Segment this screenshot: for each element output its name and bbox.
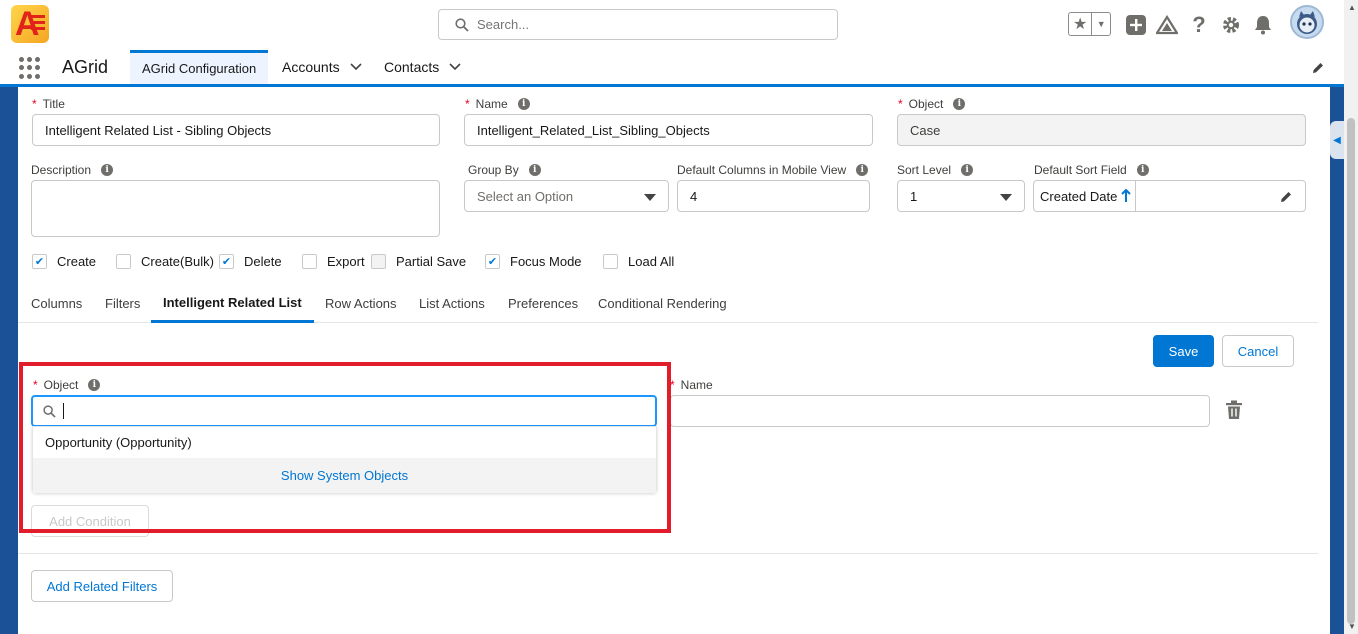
name-input[interactable]: Intelligent_Related_List_Sibling_Objects — [464, 114, 873, 146]
configuration-tabs: Columns Filters Intelligent Related List… — [18, 284, 1318, 323]
title-label: * Title — [32, 97, 65, 111]
add-icon[interactable] — [1124, 13, 1148, 37]
checkbox-label: Load All — [628, 254, 675, 269]
nav-tab-label: AGrid Configuration — [142, 61, 257, 76]
app-navigation-bar: AGrid AGrid Configuration Accounts Conta… — [0, 50, 1344, 87]
sort-level-label: Sort Level i — [897, 163, 974, 177]
page-scrollbar[interactable]: ▲ ▼ — [1344, 0, 1358, 634]
section-divider — [18, 553, 1318, 554]
edit-pencil-icon[interactable] — [1279, 190, 1293, 207]
checkbox-box[interactable] — [302, 254, 317, 269]
checkmark-icon[interactable]: ✔ — [32, 254, 47, 269]
default-sort-field-value: Created Date — [1040, 188, 1118, 204]
scroll-up-icon[interactable]: ▲ — [1348, 3, 1356, 12]
app-name: AGrid — [62, 57, 109, 77]
checkbox-delete[interactable]: ✔ Delete — [219, 254, 282, 269]
add-related-filters-button[interactable]: Add Related Filters — [31, 570, 173, 602]
agrid-logo[interactable]: A — [11, 5, 49, 43]
default-columns-mobile-label: Default Columns in Mobile View i — [677, 163, 869, 177]
sort-level-select[interactable]: 1 — [897, 180, 1025, 212]
tab-preferences[interactable]: Preferences — [508, 284, 578, 323]
checkbox-load-all[interactable]: Load All — [603, 254, 674, 269]
default-sort-field-input[interactable]: Created Date — [1033, 180, 1306, 212]
object-label: * Object i — [898, 97, 966, 111]
checkbox-label: Create — [57, 254, 97, 269]
checkbox-label: Delete — [244, 254, 282, 269]
description-textarea[interactable] — [31, 180, 440, 237]
checkbox-box — [371, 254, 386, 269]
chevron-down-icon[interactable] — [449, 60, 461, 74]
info-icon[interactable]: i — [101, 164, 114, 176]
checkmark-icon[interactable]: ✔ — [219, 254, 234, 269]
checkbox-partial-save: Partial Save — [371, 254, 466, 269]
info-icon[interactable]: i — [517, 98, 530, 110]
info-icon[interactable]: i — [856, 164, 869, 176]
nav-tab-label: Contacts — [384, 59, 440, 75]
related-name-input[interactable] — [670, 395, 1210, 427]
info-icon[interactable]: i — [953, 98, 966, 110]
dropdown-caret-icon — [1000, 194, 1012, 201]
related-name-label: * Name — [670, 378, 713, 392]
app-launcher-icon[interactable] — [19, 57, 41, 79]
delete-trash-icon[interactable] — [1225, 400, 1243, 423]
info-icon[interactable]: i — [961, 164, 974, 176]
tab-conditional-rendering[interactable]: Conditional Rendering — [598, 284, 727, 323]
name-label: * Name i — [465, 97, 530, 111]
dropdown-caret-icon — [644, 194, 656, 201]
save-button[interactable]: Save — [1153, 335, 1214, 367]
checkbox-label: Focus Mode — [510, 254, 582, 269]
object-readonly-field: Case — [897, 114, 1306, 146]
checkmark-icon[interactable]: ✔ — [485, 254, 500, 269]
tab-row-actions[interactable]: Row Actions — [325, 284, 397, 323]
group-by-placeholder: Select an Option — [477, 188, 574, 204]
sort-level-value: 1 — [910, 188, 918, 204]
configuration-card: * Title Intelligent Related List - Siblin… — [18, 87, 1330, 634]
title-input[interactable]: Intelligent Related List - Sibling Objec… — [32, 114, 440, 146]
settings-icon[interactable] — [1219, 13, 1243, 37]
checkbox-label: Partial Save — [396, 254, 467, 269]
info-icon[interactable]: i — [528, 164, 541, 176]
checkbox-label: Create(Bulk) — [141, 254, 214, 269]
checkbox-box[interactable] — [603, 254, 618, 269]
default-sort-field-label: Default Sort Field i — [1034, 163, 1149, 177]
group-by-select[interactable]: Select an Option — [464, 180, 669, 212]
info-icon[interactable]: i — [1136, 164, 1149, 176]
global-search[interactable] — [438, 9, 838, 40]
tab-columns[interactable]: Columns — [31, 284, 82, 323]
favorites-star-icon[interactable]: ★ — [1069, 13, 1093, 35]
nav-tab-agrid-configuration[interactable]: AGrid Configuration — [130, 50, 269, 84]
nav-tab-contacts[interactable]: Contacts — [372, 50, 473, 84]
checkbox-label: Export — [327, 254, 365, 269]
tab-list-actions[interactable]: List Actions — [419, 284, 485, 323]
notifications-icon[interactable] — [1251, 13, 1275, 37]
checkbox-box[interactable] — [116, 254, 131, 269]
trailhead-icon[interactable] — [1155, 13, 1179, 37]
scrollbar-thumb[interactable] — [1347, 118, 1355, 624]
highlight-annotation-box — [19, 362, 671, 533]
side-panel-toggle-icon[interactable]: ◀ — [1330, 121, 1344, 159]
tab-intelligent-related-list[interactable]: Intelligent Related List — [151, 284, 314, 323]
default-columns-mobile-input[interactable]: 4 — [677, 180, 870, 212]
checkbox-create-bulk[interactable]: Create(Bulk) — [116, 254, 214, 269]
nav-tab-label: Accounts — [282, 59, 340, 75]
cancel-button[interactable]: Cancel — [1222, 335, 1294, 367]
tab-filters[interactable]: Filters — [105, 284, 140, 323]
favorites-button-group[interactable]: ★ ▼ — [1068, 12, 1111, 36]
global-header: A ★ ▼ ? — [0, 0, 1344, 50]
avatar[interactable] — [1290, 5, 1324, 39]
help-icon[interactable]: ? — [1187, 12, 1211, 37]
checkbox-focus-mode[interactable]: ✔ Focus Mode — [485, 254, 582, 269]
description-label: Description i — [31, 163, 114, 177]
group-by-label: Group By i — [468, 163, 541, 177]
scroll-down-icon[interactable]: ▼ — [1348, 622, 1356, 631]
nav-tab-accounts[interactable]: Accounts — [270, 50, 374, 84]
checkbox-export[interactable]: Export — [302, 254, 365, 269]
search-icon — [455, 18, 469, 35]
edit-nav-pencil-icon[interactable] — [1311, 61, 1325, 78]
favorites-menu-chevron-icon[interactable]: ▼ — [1092, 13, 1110, 35]
chevron-down-icon[interactable] — [350, 60, 362, 74]
global-search-input[interactable] — [477, 10, 827, 39]
checkbox-create[interactable]: ✔ Create — [32, 254, 96, 269]
sort-ascending-arrow-icon[interactable] — [1121, 181, 1137, 211]
